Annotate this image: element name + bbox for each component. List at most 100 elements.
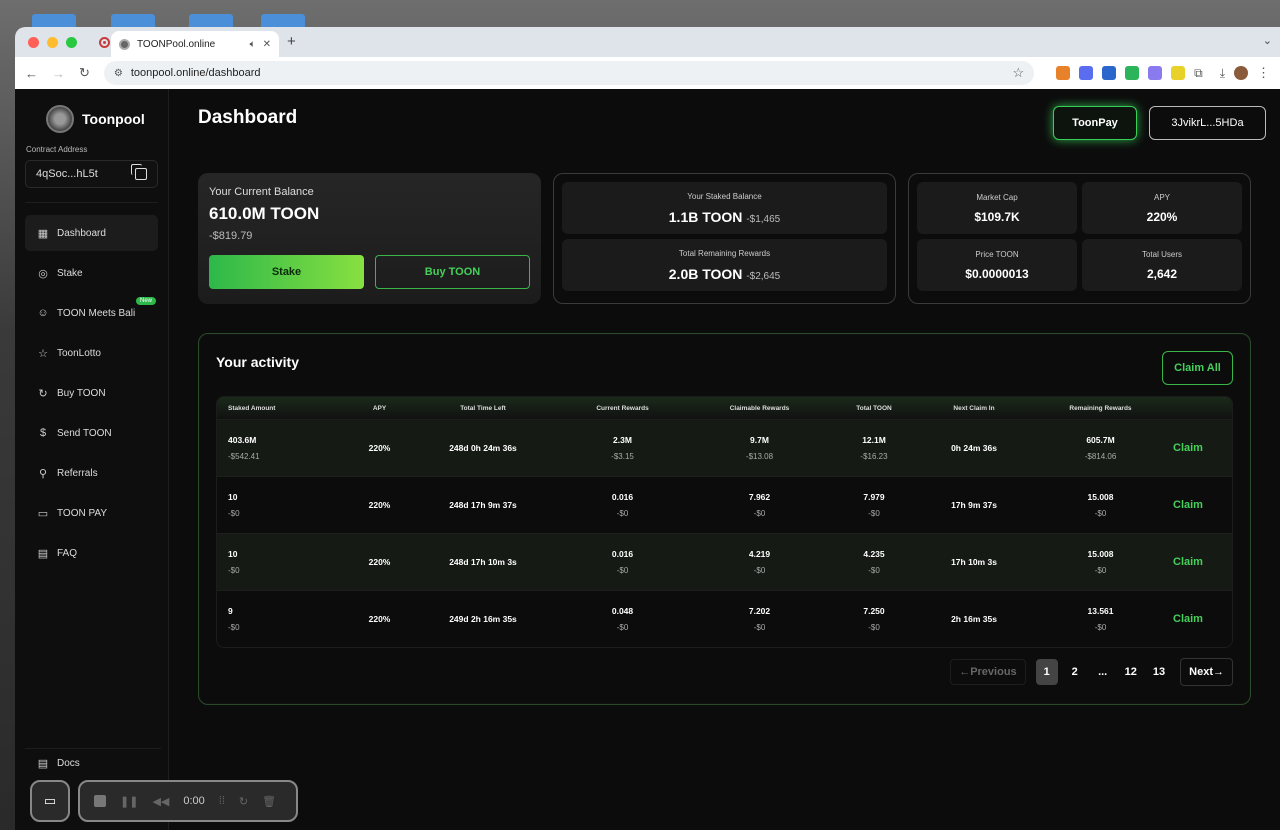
reload-icon[interactable]: ↻ bbox=[79, 65, 90, 81]
sidebar: Toonpool Contract Address 4qSoc...hL5t ▦… bbox=[15, 89, 169, 830]
sidebar-item-dashboard[interactable]: ▦ Dashboard bbox=[25, 215, 158, 251]
column-header: Next Claim In bbox=[953, 404, 995, 412]
tab-search-chevron-icon[interactable]: ⌄ bbox=[1263, 34, 1272, 47]
table-row: 403.6M -$542.41 220% 248d 0h 24m 36s 2.3M -$3… bbox=[217, 419, 1232, 476]
site-info-icon[interactable]: ⚙ bbox=[114, 68, 123, 79]
extension-icon[interactable] bbox=[1171, 66, 1186, 80]
claim-button[interactable]: Claim bbox=[1173, 499, 1230, 511]
page-number-button[interactable]: 2 bbox=[1064, 659, 1086, 685]
download-icon[interactable]: ⤓ bbox=[1220, 66, 1225, 81]
page-number-button[interactable]: 1 bbox=[1035, 659, 1058, 685]
sidebar-item-toon-meets-bali[interactable]: ☺ TOON Meets Bali New bbox=[25, 295, 158, 331]
sidebar-item-buy-toon[interactable]: ↻ Buy TOON bbox=[25, 375, 158, 411]
sidebar-item-faq[interactable]: ▤ FAQ bbox=[25, 535, 158, 571]
sidebar-item-toon-pay[interactable]: ▭ TOON PAY bbox=[25, 495, 158, 531]
sidebar-item-referrals[interactable]: ⚲ Referrals bbox=[25, 455, 158, 491]
cell-staked: 9 -$0 bbox=[217, 606, 347, 632]
trash-icon[interactable]: 🗑︎ bbox=[262, 795, 276, 808]
sidebar-item-toonlotto[interactable]: ☆ ToonLotto bbox=[25, 335, 158, 371]
balance-usd: -$819.79 bbox=[209, 230, 253, 242]
minimize-window-button[interactable] bbox=[47, 36, 58, 48]
page-number-button[interactable]: 12 bbox=[1120, 659, 1142, 685]
claim-button[interactable]: Claim bbox=[1173, 613, 1230, 625]
pause-icon[interactable]: ❚❚ bbox=[120, 795, 138, 808]
market-stats: Market Cap $109.7K APY 220% Price TOON $… bbox=[917, 182, 1242, 291]
buy-toon-button[interactable]: Buy TOON bbox=[375, 255, 530, 289]
cell-value: 220% bbox=[368, 500, 391, 510]
address-bar-row: ← → ↻ ⚙ toonpool.online/dashboard ☆ ⧉ ⤓ … bbox=[15, 57, 1280, 89]
column-header: Current Rewards bbox=[596, 404, 649, 412]
wallet-button[interactable]: 3JvikrL...5HDa bbox=[1149, 106, 1266, 140]
close-window-button[interactable] bbox=[28, 36, 39, 48]
cell-value: 13.561 bbox=[1087, 606, 1114, 616]
extension-icon[interactable] bbox=[1102, 66, 1117, 80]
grid-icon: ▦ bbox=[37, 227, 49, 240]
cell-value: 7.979 bbox=[863, 492, 885, 502]
cell-apy: 220% bbox=[347, 500, 412, 510]
header-actions: ToonPay 3JvikrL...5HDa bbox=[1053, 106, 1266, 140]
camera-toggle-icon[interactable]: ▭ bbox=[30, 780, 70, 822]
stake-button[interactable]: Stake bbox=[209, 255, 364, 289]
sidebar-item-label: Dashboard bbox=[57, 227, 106, 239]
new-tab-button[interactable]: + bbox=[287, 33, 296, 50]
extensions-puzzle-icon[interactable]: ⧉ bbox=[1194, 66, 1203, 81]
cell-value: 248d 17h 9m 37s bbox=[449, 500, 517, 510]
coin-send-icon: $ bbox=[39, 427, 47, 439]
cell-value: 17h 10m 3s bbox=[951, 557, 997, 567]
price-value: $0.0000013 bbox=[965, 266, 1029, 281]
card-icon: ▭ bbox=[37, 507, 49, 520]
url-text[interactable]: toonpool.online/dashboard bbox=[131, 67, 1005, 79]
apy-value: 220% bbox=[1146, 209, 1178, 224]
sidebar-item-send-toon[interactable]: $ Send TOON bbox=[25, 415, 158, 451]
extension-icon[interactable] bbox=[1125, 66, 1140, 80]
metamask-extension-icon[interactable] bbox=[1056, 66, 1071, 80]
next-page-button[interactable]: Next → bbox=[1180, 658, 1233, 686]
document-icon: ▤ bbox=[37, 547, 49, 560]
browser-menu-icon[interactable]: ⋮ bbox=[1257, 65, 1270, 81]
grid-icon[interactable]: ⁞⁞ bbox=[219, 795, 225, 807]
contract-address-box: 4qSoc...hL5t bbox=[25, 160, 158, 188]
close-tab-icon[interactable]: ✕ bbox=[263, 39, 271, 50]
speaker-icon[interactable]: 🔈︎ bbox=[250, 39, 256, 50]
previous-page-button[interactable]: ← Previous bbox=[950, 659, 1026, 685]
cell-usd: -$0 bbox=[868, 623, 880, 632]
sidebar-item-docs[interactable]: ▤ Docs bbox=[25, 748, 161, 778]
cell-remaining: 15.008 -$0 bbox=[1028, 549, 1173, 575]
cell-remaining: 605.7M -$814.06 bbox=[1028, 435, 1173, 461]
cell-value: 17h 9m 37s bbox=[951, 500, 997, 510]
cell-claimable: 7.202 -$0 bbox=[691, 606, 828, 632]
url-field[interactable]: ⚙ toonpool.online/dashboard ☆ bbox=[103, 61, 1035, 85]
share-icon: ⚲ bbox=[38, 467, 48, 480]
toonpay-button[interactable]: ToonPay bbox=[1053, 106, 1137, 140]
cell-value: 0.016 bbox=[611, 492, 634, 502]
cell-total: 7.250 -$0 bbox=[828, 606, 920, 632]
brand[interactable]: Toonpool bbox=[46, 105, 158, 133]
extension-icon[interactable] bbox=[1148, 66, 1163, 80]
table-row: 9 -$0 220% 249d 2h 16m 35s 0.048 -$0 7.202 -$0 7… bbox=[217, 590, 1232, 647]
maximize-window-button[interactable] bbox=[66, 36, 77, 48]
stop-recording-icon[interactable] bbox=[94, 795, 106, 807]
rewind-icon[interactable]: ◀◀ bbox=[152, 795, 169, 808]
browser-tab[interactable]: TOONPool.online 🔈︎ ✕ bbox=[111, 31, 279, 57]
cell-usd: -$542.41 bbox=[228, 452, 260, 461]
claim-button[interactable]: Claim bbox=[1173, 556, 1230, 568]
previous-label: Previous bbox=[970, 666, 1017, 678]
claim-all-button[interactable]: Claim All bbox=[1162, 351, 1233, 385]
cell-time-left: 249d 2h 16m 35s bbox=[412, 614, 554, 624]
contract-address-value: 4qSoc...hL5t bbox=[36, 168, 98, 180]
claim-button[interactable]: Claim bbox=[1173, 442, 1230, 454]
bookmark-star-icon[interactable]: ☆ bbox=[1012, 65, 1024, 81]
sidebar-item-stake[interactable]: ◎ Stake bbox=[25, 255, 158, 291]
page-number-button[interactable]: 13 bbox=[1148, 659, 1170, 685]
extension-icon[interactable] bbox=[1079, 66, 1094, 80]
cell-value: 0.016 bbox=[611, 549, 634, 559]
back-icon[interactable]: ← bbox=[25, 66, 38, 81]
coins-icon: ◎ bbox=[38, 267, 48, 280]
cell-value: 4.235 bbox=[863, 549, 885, 559]
column-header: Staked Amount bbox=[228, 404, 276, 412]
forward-icon[interactable]: → bbox=[52, 66, 65, 81]
market-cap-label: Market Cap bbox=[976, 192, 1018, 202]
profile-avatar[interactable] bbox=[1234, 66, 1248, 80]
restart-icon[interactable]: ↻ bbox=[239, 795, 248, 808]
copy-icon[interactable] bbox=[131, 164, 147, 180]
